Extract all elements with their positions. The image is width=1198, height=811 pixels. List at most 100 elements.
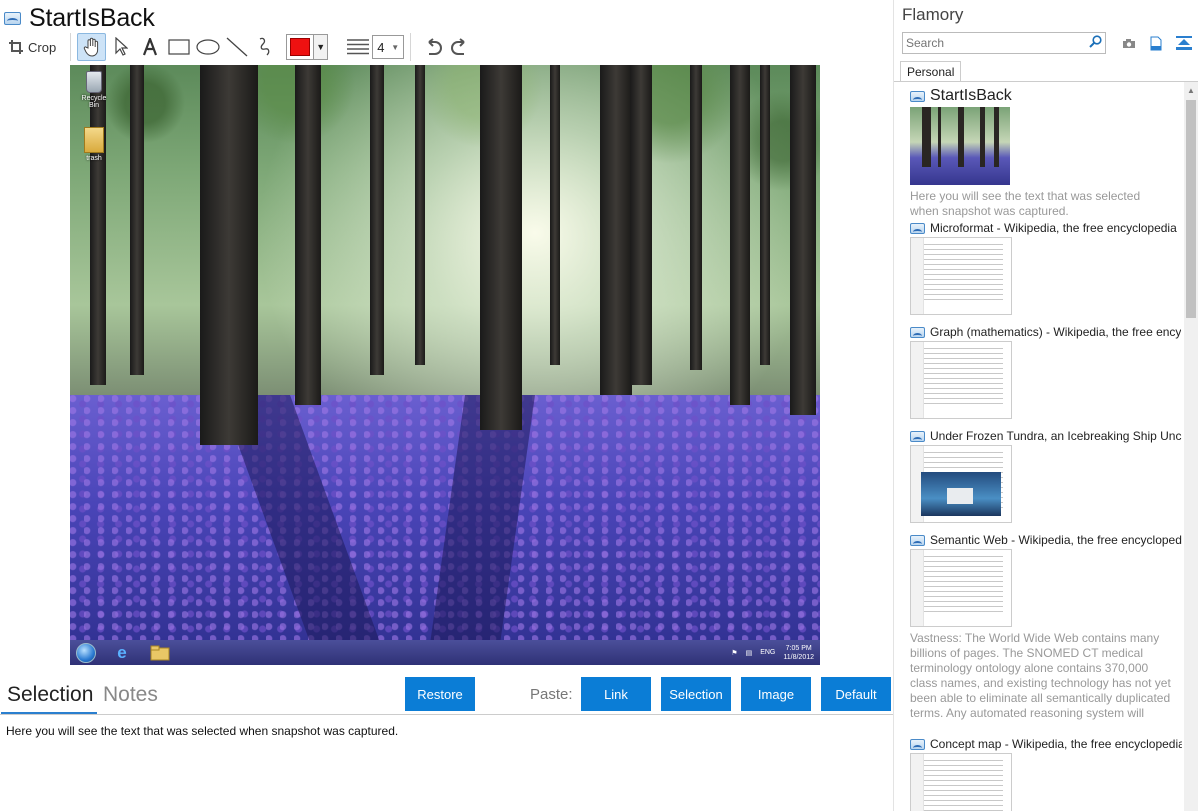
list-item-header: StartIsBack [910,87,1182,105]
recycle-bin-icon [86,71,102,93]
search-box [902,32,1106,54]
desktop-icon-recycle-bin[interactable]: Recycle Bin [76,71,112,109]
desktop-icon-trash-folder[interactable]: trash [76,127,112,162]
windows-start-icon [76,642,96,663]
toolbar-separator [70,33,72,61]
color-swatch [290,38,311,56]
tray-language: ENG [760,649,776,656]
snapshot-canvas[interactable]: Recycle Bin trash e ⚑ ▤ ENG 7:05 PM 11/8… [70,65,820,665]
ellipse-icon [196,39,220,55]
folder-icon [84,127,104,153]
snapshot-icon [910,738,925,750]
editor-title-row: StartIsBack [4,4,155,32]
list-item[interactable]: Microformat - Wikipedia, the free encycl… [910,221,1182,315]
tab-divider [0,714,893,715]
tray-clock-time: 7:05 PM [785,644,812,652]
tree-trunk [790,65,816,415]
paste-default-button[interactable]: Default [821,677,891,711]
tree-trunk [130,65,144,375]
camera-icon[interactable] [1120,34,1138,52]
list-item[interactable]: StartIsBack Here you will see the text t… [910,87,1182,219]
chevron-up-icon[interactable]: ▲ [1187,86,1195,95]
tree-trunk [295,65,321,405]
paste-link-button[interactable]: Link [581,677,651,711]
text-tool-button[interactable] [135,33,164,61]
color-picker[interactable]: ▼ [286,34,329,60]
cursor-arrow-icon [115,37,128,56]
tab-notes[interactable]: Notes [103,683,158,707]
document-icon[interactable] [1147,34,1165,52]
list-item-header: Under Frozen Tundra, an Icebreaking Ship… [910,429,1182,443]
tray-clock: 7:05 PM 11/8/2012 [783,644,814,662]
tree-trunk [550,65,560,365]
rectangle-icon [168,39,190,55]
list-item-description: Here you will see the text that was sele… [910,189,1141,218]
flag-icon: ⚑ [731,649,738,657]
paste-label: Paste: [530,686,573,703]
snapshot-icon [4,11,21,25]
paste-selection-button[interactable]: Selection [661,677,731,711]
tree-trunk [370,65,384,375]
windows-taskbar: e ⚑ ▤ ENG 7:05 PM 11/8/2012 [70,640,820,665]
scrollbar-thumb[interactable] [1186,100,1196,318]
tab-personal[interactable]: Personal [900,61,962,82]
line-width-select[interactable]: 4 ▼ [372,35,405,59]
list-item[interactable]: Concept map - Wikipedia, the free encycl… [910,737,1182,811]
app-window: StartIsBack Crop ▼ 4 ▼ Recycle Bin trash… [0,0,1198,811]
list-item-title: Concept map - Wikipedia, the free encycl… [930,737,1182,751]
search-input[interactable] [903,33,1085,53]
tree-trunk [690,65,702,370]
editor-toolbar: Crop ▼ 4 ▼ [0,32,893,62]
selection-text-area[interactable]: Here you will see the text that was sele… [6,724,398,738]
freehand-pen-icon [259,37,270,56]
ship-photo [921,472,1001,516]
system-tray: ⚑ ▤ ENG 7:05 PM 11/8/2012 [731,644,814,662]
chevron-down-icon: ▼ [391,42,400,52]
editor-pane: StartIsBack Crop ▼ 4 ▼ Recycle Bin trash… [0,0,893,811]
restore-button[interactable]: Restore [405,677,475,711]
tree-trunk [480,65,522,430]
snapshot-thumbnail [910,237,1012,315]
tree-trunk [90,65,106,385]
chevron-down-icon[interactable]: ▼ [313,35,328,59]
crop-button[interactable]: Crop [0,33,64,61]
line-width-icon [346,33,370,61]
desktop-icon-label: trash [86,155,102,162]
undo-button[interactable] [417,33,446,61]
file-explorer-icon [148,643,172,663]
line-tool-button[interactable] [222,33,251,61]
tree-trunk [630,65,652,385]
tree-canopy [70,65,820,255]
flamory-title: Flamory [902,5,964,24]
redo-button[interactable] [446,33,475,61]
snapshot-thumbnail [910,549,1012,627]
list-item[interactable]: Semantic Web - Wikipedia, the free encyc… [910,533,1182,723]
list-item-title: StartIsBack [930,87,1012,104]
freehand-tool-button[interactable] [251,33,280,61]
flamory-panel: Flamory Personal StartIsBack [893,0,1198,811]
rectangle-tool-button[interactable] [164,33,193,61]
ellipse-tool-button[interactable] [193,33,222,61]
internet-explorer-icon: e [117,642,127,662]
vertical-scrollbar[interactable]: ▲ [1184,82,1198,811]
list-item-title: Graph (mathematics) - Wikipedia, the fre… [930,325,1182,339]
list-item[interactable]: Graph (mathematics) - Wikipedia, the fre… [910,325,1182,419]
snapshot-icon [910,326,925,338]
paste-image-button[interactable]: Image [741,677,811,711]
list-item-title: Under Frozen Tundra, an Icebreaking Ship… [930,429,1182,443]
line-icon [226,37,248,57]
bottom-tab-bar: Selection Notes Restore Paste: Link Sele… [0,675,893,715]
list-item-header: Graph (mathematics) - Wikipedia, the fre… [910,325,1182,339]
editor-title: StartIsBack [29,3,155,32]
tree-trunk [760,65,770,365]
list-item[interactable]: Under Frozen Tundra, an Icebreaking Ship… [910,429,1182,523]
tab-selection[interactable]: Selection [7,683,93,707]
collapse-top-icon[interactable] [1175,34,1193,52]
select-tool-button[interactable] [106,33,135,61]
pan-tool-button[interactable] [77,33,107,61]
desktop-icon-label: Recycle Bin [81,95,107,109]
snapshot-icon [910,90,925,102]
snapshot-thumbnail [910,445,1012,523]
search-icon[interactable] [1085,35,1105,51]
hand-icon [83,37,98,57]
